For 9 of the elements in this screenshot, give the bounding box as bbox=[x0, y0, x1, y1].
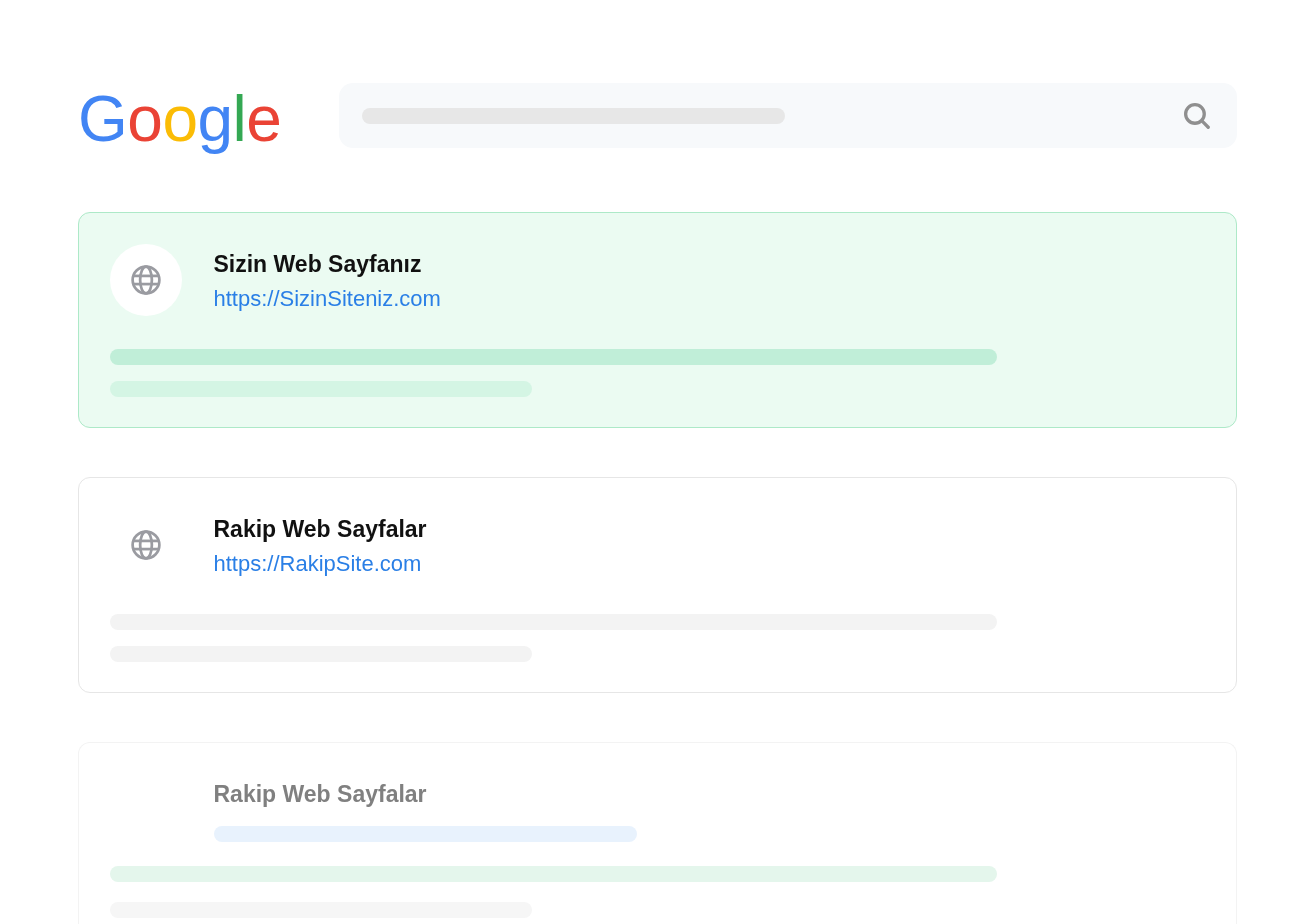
google-logo: Google bbox=[78, 82, 282, 155]
result-title: Rakip Web Sayfalar bbox=[213, 779, 427, 808]
globe-icon bbox=[130, 529, 161, 560]
result-title: Sizin Web Sayfanız bbox=[213, 249, 422, 278]
search-field[interactable] bbox=[339, 83, 1237, 148]
url-link[interactable]: https://SizinSiteniz.com bbox=[213, 285, 441, 312]
search-icon[interactable] bbox=[1184, 102, 1210, 129]
url-link[interactable]: https://RakipSite.com bbox=[213, 550, 422, 577]
result-title: Rakip Web Sayfalar bbox=[213, 514, 427, 543]
